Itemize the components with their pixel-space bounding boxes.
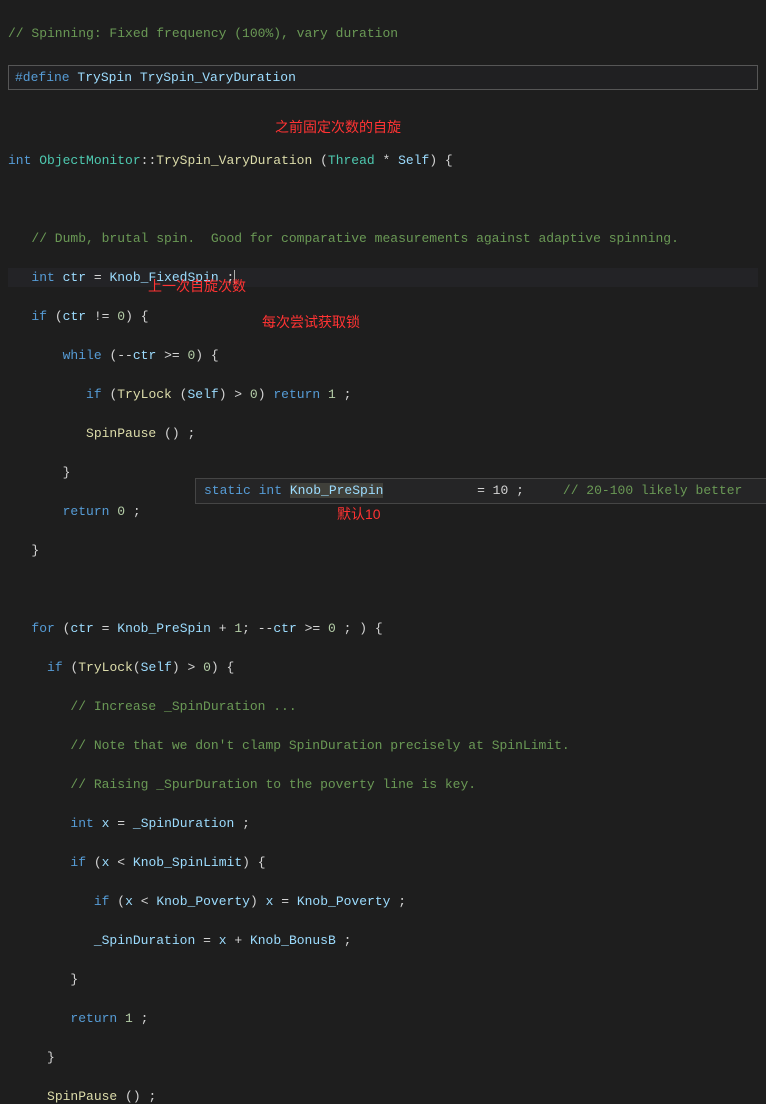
code-line: if (TryLock(Self) > 0) { — [8, 658, 758, 678]
code-line: } — [8, 970, 758, 990]
hover-tooltip: static int Knob_PreSpin = 10 ; // 20-100… — [195, 478, 766, 504]
annotation-default-10: 默认10 — [337, 504, 381, 525]
code-line: SpinPause () ; — [8, 1087, 758, 1104]
code-line: // Increase _SpinDuration ... — [8, 697, 758, 717]
code-line: // Dumb, brutal spin. Good for comparati… — [8, 229, 758, 249]
code-line: int ObjectMonitor::TrySpin_VaryDuration … — [8, 151, 758, 171]
code-line: // Spinning: Fixed frequency (100%), var… — [8, 24, 758, 44]
code-line: if (x < Knob_SpinLimit) { — [8, 853, 758, 873]
annotation-prev-spin: 上一次自旋次数 — [148, 276, 246, 297]
code-editor[interactable]: // Spinning: Fixed frequency (100%), var… — [0, 0, 766, 1104]
code-line: } — [8, 541, 758, 561]
code-line-active: int ctr = Knob_FixedSpin ; — [8, 268, 758, 288]
code-line: SpinPause () ; — [8, 424, 758, 444]
code-line: _SpinDuration = x + Knob_BonusB ; — [8, 931, 758, 951]
code-line — [8, 580, 758, 600]
define-box: #define TrySpin TrySpin_VaryDuration — [8, 65, 758, 91]
code-line: int x = _SpinDuration ; — [8, 814, 758, 834]
code-line: if (TryLock (Self) > 0) return 1 ; — [8, 385, 758, 405]
code-line: } — [8, 1048, 758, 1068]
code-line: // Note that we don't clamp SpinDuration… — [8, 736, 758, 756]
code-line: if (x < Knob_Poverty) x = Knob_Poverty ; — [8, 892, 758, 912]
code-line: while (--ctr >= 0) { — [8, 346, 758, 366]
code-line: // Raising _SpurDuration to the poverty … — [8, 775, 758, 795]
annotation-try-lock: 每次尝试获取锁 — [262, 312, 360, 333]
code-line: return 0 ; — [8, 502, 758, 522]
code-line: for (ctr = Knob_PreSpin + 1; --ctr >= 0 … — [8, 619, 758, 639]
code-line — [8, 190, 758, 210]
annotation-fixed-spin: 之前固定次数的自旋 — [275, 117, 401, 138]
code-line: if (ctr != 0) { — [8, 307, 758, 327]
code-line: return 1 ; — [8, 1009, 758, 1029]
